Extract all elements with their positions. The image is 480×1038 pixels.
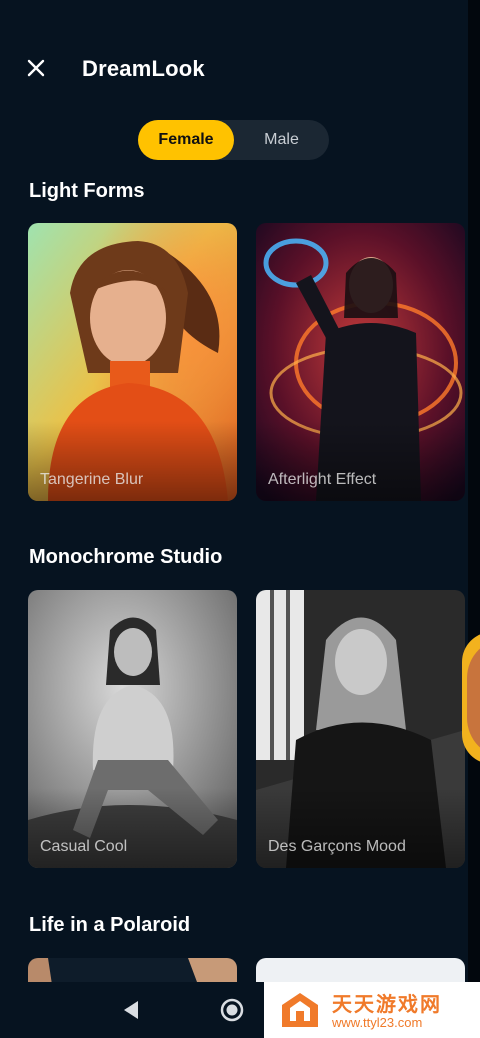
section-title-light-forms: Light Forms (29, 180, 145, 202)
style-card-casual-cool[interactable]: Casual Cool (28, 590, 237, 868)
back-icon[interactable] (121, 999, 141, 1021)
card-shade (28, 421, 237, 501)
card-shade (256, 421, 465, 501)
toggle-male[interactable]: Male (234, 120, 329, 160)
watermark-url: www.ttyl23.com (332, 1015, 423, 1030)
style-card-tangerine-blur[interactable]: Tangerine Blur (28, 223, 237, 501)
card-shade (256, 788, 465, 868)
card-label: Afterlight Effect (268, 471, 377, 488)
card-label: Des Garçons Mood (268, 838, 406, 855)
badge-image (467, 638, 480, 758)
app-title: DreamLook (82, 56, 205, 81)
section-title-monochrome-studio: Monochrome Studio (29, 546, 223, 568)
watermark: 天天游戏网 www.ttyl23.com (264, 982, 480, 1038)
close-icon (27, 59, 45, 77)
section-title-life-in-a-polaroid: Life in a Polaroid (29, 914, 191, 936)
top-app-bar: DreamLook (0, 40, 468, 100)
watermark-logo-icon (282, 993, 318, 1027)
card-label: Tangerine Blur (40, 471, 144, 488)
watermark-title: 天天游戏网 (332, 994, 442, 1016)
toggle-female[interactable]: Female (138, 120, 234, 160)
right-edge-bar (468, 0, 480, 1038)
card-shade (28, 788, 237, 868)
close-button[interactable] (22, 54, 50, 82)
floating-side-badge[interactable] (462, 632, 480, 764)
home-icon[interactable] (220, 998, 244, 1022)
card-label: Casual Cool (40, 838, 128, 855)
style-card-des-garcons-mood[interactable]: Des Garçons Mood (256, 590, 465, 868)
gender-toggle: Female Male (138, 120, 329, 160)
style-card-afterlight-effect[interactable]: Afterlight Effect (256, 223, 465, 501)
